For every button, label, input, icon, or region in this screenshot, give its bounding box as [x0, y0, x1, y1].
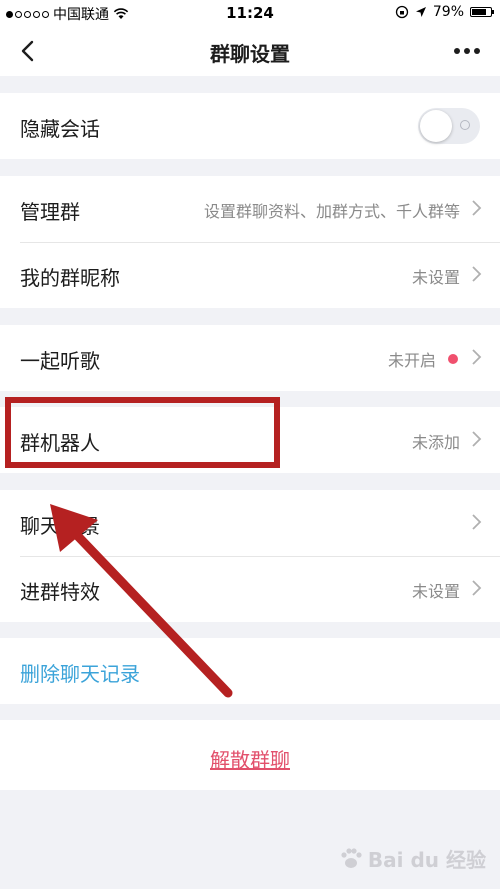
hide-chat-row: 隐藏会话 [0, 93, 500, 159]
location-icon [415, 7, 426, 17]
paw-logo-icon [341, 847, 362, 868]
more-icon[interactable] [452, 40, 482, 62]
join-effect-value: 未设置 [411, 582, 460, 601]
dissolve-group-button[interactable]: 解散群聊 [0, 744, 500, 773]
chat-background-label: 聊天背景 [20, 514, 100, 538]
new-indicator-dot [448, 354, 458, 364]
orientation-lock-icon [395, 5, 409, 19]
watermark-text: Bai du 经验 [367, 848, 486, 872]
settings-group-hide: 隐藏会话 [0, 93, 500, 159]
chevron-right-icon [472, 514, 482, 530]
manage-group-label: 管理群 [20, 200, 80, 224]
battery-level [472, 9, 487, 15]
settings-group-dissolve: 解散群聊 [0, 720, 500, 790]
chat-background-row[interactable]: 聊天背景 [0, 490, 500, 556]
toggle-knob [420, 110, 452, 142]
chevron-right-icon [472, 431, 482, 447]
annotation-highlight-box [5, 397, 280, 468]
settings-group-manage: 管理群 设置群聊资料、加群方式、千人群等 我的群昵称 未设置 [0, 176, 500, 308]
chevron-right-icon [472, 349, 482, 365]
settings-group-appearance: 聊天背景 进群特效 未设置 [0, 490, 500, 622]
join-effect-label: 进群特效 [20, 580, 100, 604]
manage-group-row[interactable]: 管理群 设置群聊资料、加群方式、千人群等 [0, 176, 500, 242]
settings-group-history: 删除聊天记录 [0, 638, 500, 704]
delete-history-row[interactable]: 删除聊天记录 [0, 638, 500, 704]
page-title: 群聊设置 [210, 42, 290, 66]
group-robot-value: 未添加 [411, 433, 460, 452]
toggle-off-icon [460, 120, 470, 130]
battery-percent: 79% [432, 4, 464, 20]
watermark: Bai du 经验 [338, 844, 486, 873]
delete-history-link[interactable]: 删除聊天记录 [20, 658, 140, 687]
chevron-right-icon [472, 200, 482, 216]
listen-together-row[interactable]: 一起听歌 未开启 [0, 325, 500, 391]
listen-together-label: 一起听歌 [20, 349, 100, 373]
manage-group-value: 设置群聊资料、加群方式、千人群等 [203, 202, 460, 221]
my-nickname-row[interactable]: 我的群昵称 未设置 [0, 242, 500, 308]
battery-icon [470, 7, 494, 17]
my-nickname-value: 未设置 [411, 268, 460, 287]
my-nickname-label: 我的群昵称 [20, 266, 120, 290]
settings-group-music: 一起听歌 未开启 [0, 325, 500, 391]
chevron-right-icon [472, 266, 482, 282]
status-bar: 中国联通 11:24 79% [0, 0, 500, 26]
listen-together-value: 未开启 [387, 351, 436, 370]
hide-chat-label: 隐藏会话 [20, 117, 100, 141]
nav-bar: 群聊设置 [0, 26, 500, 76]
join-effect-row[interactable]: 进群特效 未设置 [0, 556, 500, 622]
hide-chat-toggle[interactable] [418, 108, 480, 144]
chevron-right-icon [472, 580, 482, 596]
